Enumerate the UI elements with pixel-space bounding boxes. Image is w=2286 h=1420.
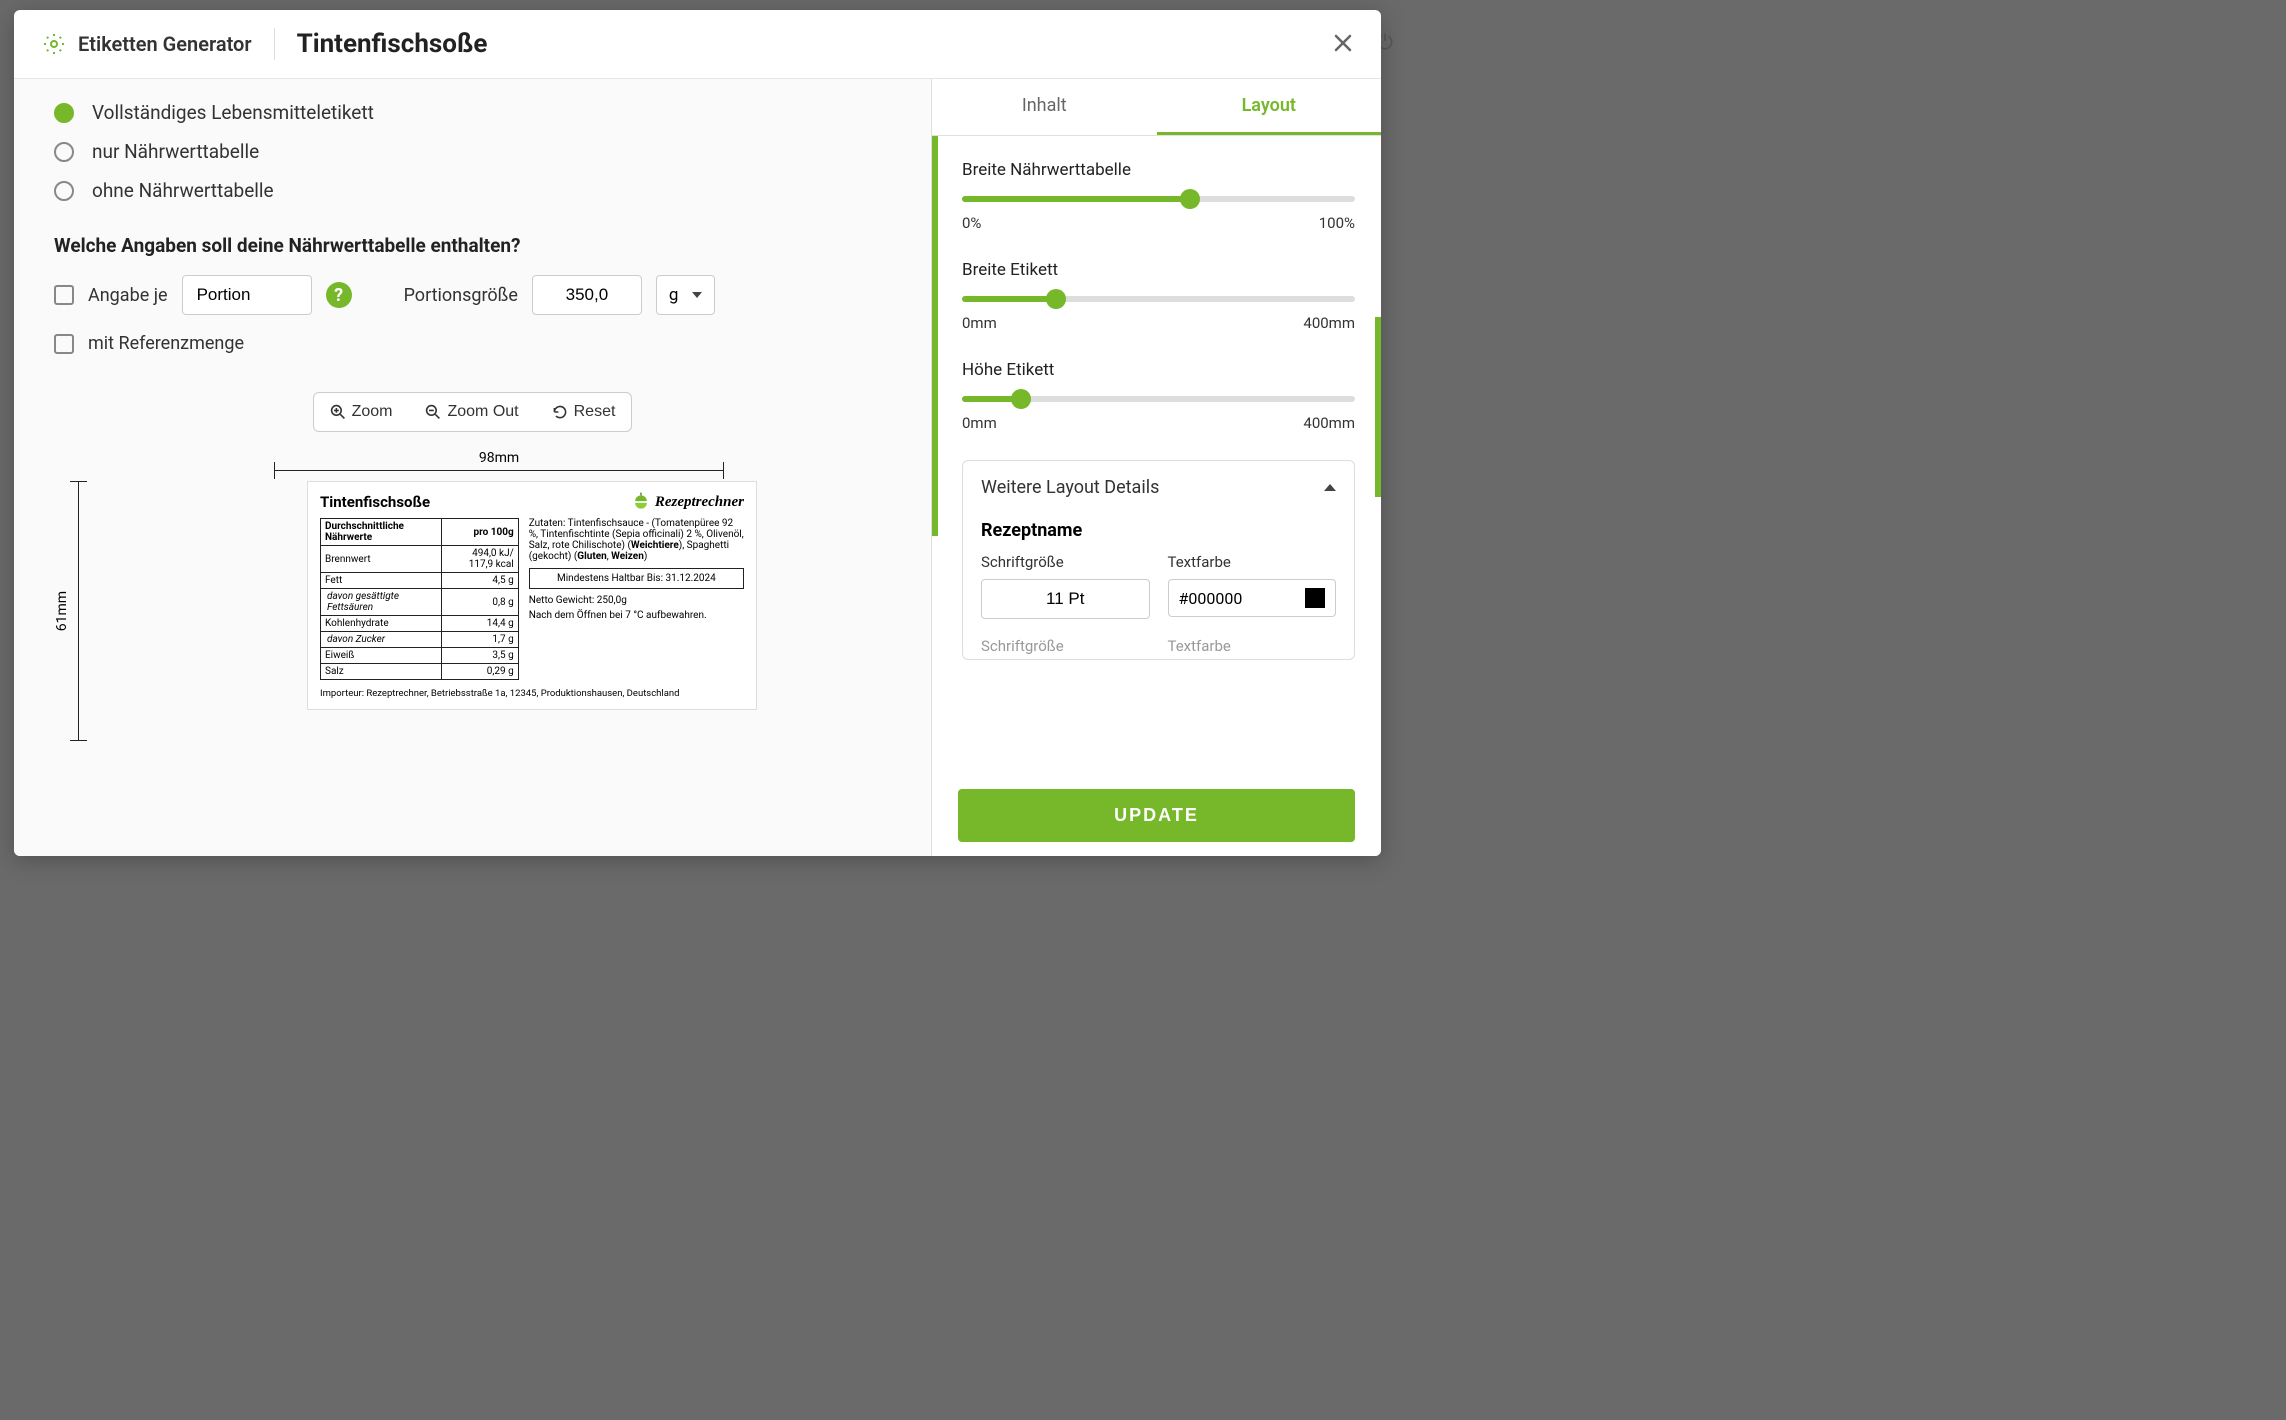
apple-icon xyxy=(631,492,651,512)
color-input[interactable]: #000000 xyxy=(1168,579,1337,617)
radio-indicator xyxy=(54,142,74,162)
slider-label-width: Breite Etikett 0mm 400mm xyxy=(962,260,1355,332)
close-button[interactable] xyxy=(1333,29,1353,60)
net-weight: Netto Gewicht: 250,0g xyxy=(529,595,744,606)
fontsize-input[interactable] xyxy=(981,579,1150,619)
angabe-je-checkbox[interactable] xyxy=(54,285,74,305)
tab-inhalt[interactable]: Inhalt xyxy=(932,79,1157,135)
zoom-in-button[interactable]: Zoom xyxy=(314,393,409,431)
cutoff-row: Schriftgröße Textfarbe xyxy=(963,637,1354,659)
portion-label: Portionsgröße xyxy=(404,285,518,306)
height-dimension: 61mm xyxy=(54,481,79,741)
caret-down-icon xyxy=(692,292,702,298)
tabs: Inhalt Layout xyxy=(932,79,1381,136)
width-label: 98mm xyxy=(479,450,519,466)
accordion-header[interactable]: Weitere Layout Details xyxy=(963,461,1354,514)
width-dimension: 98mm xyxy=(274,450,724,471)
label-preview: Tintenfischsoße Rezeptrechner Durchschni… xyxy=(307,481,757,710)
section-heading: Welche Angaben soll deine Nährwerttabell… xyxy=(54,234,891,257)
zoom-in-icon xyxy=(330,404,346,420)
right-panel: Inhalt Layout Breite Nährwerttabelle 0% xyxy=(931,79,1381,856)
preview-title: Tintenfischsoße xyxy=(320,493,430,511)
radio-label: Vollständiges Lebensmitteletikett xyxy=(92,101,374,124)
zoom-out-button[interactable]: Zoom Out xyxy=(408,393,534,431)
slider-track[interactable] xyxy=(962,196,1355,202)
tab-layout[interactable]: Layout xyxy=(1157,79,1382,135)
update-button[interactable]: UPDATE xyxy=(958,789,1355,842)
height-label: 61mm xyxy=(54,591,70,631)
slider-label: Höhe Etikett xyxy=(962,360,1355,380)
zoom-controls: Zoom Zoom Out Reset xyxy=(313,392,633,432)
importer-info: Importeur: Rezeptrechner, Betriebsstraße… xyxy=(320,688,744,699)
angabe-je-label: Angabe je xyxy=(88,285,168,306)
storage-info: Nach dem Öffnen bei 7 °C aufbewahren. xyxy=(529,610,744,621)
slider-thumb[interactable] xyxy=(1180,189,1200,209)
radio-full-label[interactable]: Vollständiges Lebensmitteletikett xyxy=(54,93,891,132)
scroll-indicator xyxy=(1375,317,1381,498)
best-before: Mindestens Haltbar Bis: 31.12.2024 xyxy=(529,568,744,589)
radio-indicator xyxy=(54,103,74,123)
slider-label-height: Höhe Etikett 0mm 400mm xyxy=(962,360,1355,432)
color-label: Textfarbe xyxy=(1168,553,1337,571)
radio-no-nutrition[interactable]: ohne Nährwerttabelle xyxy=(54,171,891,210)
slider-thumb[interactable] xyxy=(1046,289,1066,309)
accordion-subtitle: Rezeptname xyxy=(981,520,1336,541)
label-generator-modal: Etiketten Generator Tintenfischsoße Voll… xyxy=(14,10,1381,856)
reset-icon xyxy=(552,404,568,420)
unit-value: g xyxy=(669,285,679,305)
close-icon xyxy=(1333,33,1353,53)
preview-details: Zutaten: Tintenfischsauce - (Tomatenpüre… xyxy=(529,518,744,680)
radio-nutrition-only[interactable]: nur Nährwerttabelle xyxy=(54,132,891,171)
slider-track[interactable] xyxy=(962,396,1355,402)
portion-size-input[interactable] xyxy=(532,275,642,315)
nutrition-table: Durchschnittliche Nährwertepro 100g Bren… xyxy=(320,518,519,680)
slider-nutrition-width: Breite Nährwerttabelle 0% 100% xyxy=(962,160,1355,232)
help-icon[interactable]: ? xyxy=(326,282,352,308)
radio-label: nur Nährwerttabelle xyxy=(92,140,259,163)
referenzmenge-checkbox[interactable] xyxy=(54,334,74,354)
layout-details-accordion: Weitere Layout Details Rezeptname Schrif… xyxy=(962,460,1355,660)
brand-logo: Rezeptrechner xyxy=(631,492,744,512)
slider-thumb[interactable] xyxy=(1011,389,1031,409)
slider-label: Breite Etikett xyxy=(962,260,1355,280)
header-divider xyxy=(274,28,275,60)
chevron-up-icon xyxy=(1324,484,1336,491)
radio-indicator xyxy=(54,181,74,201)
color-value: #000000 xyxy=(1179,589,1296,608)
angabe-je-input[interactable] xyxy=(182,275,312,315)
recipe-name: Tintenfischsoße xyxy=(297,29,488,59)
zoom-out-icon xyxy=(425,404,441,420)
slider-track[interactable] xyxy=(962,296,1355,302)
zoom-reset-button[interactable]: Reset xyxy=(535,393,632,431)
radio-label: ohne Nährwerttabelle xyxy=(92,179,274,202)
modal-header: Etiketten Generator Tintenfischsoße xyxy=(14,10,1381,79)
referenzmenge-label: mit Referenzmenge xyxy=(88,333,244,354)
right-scroll-area[interactable]: Breite Nährwerttabelle 0% 100% Breite Et… xyxy=(932,136,1381,781)
slider-label: Breite Nährwerttabelle xyxy=(962,160,1355,180)
fontsize-label: Schriftgröße xyxy=(981,553,1150,571)
left-panel: Vollständiges Lebensmitteletikett nur Nä… xyxy=(14,79,931,856)
label-type-radios: Vollständiges Lebensmitteletikett nur Nä… xyxy=(54,93,891,210)
color-swatch xyxy=(1305,588,1325,608)
scroll-indicator xyxy=(932,136,938,536)
app-title: Etiketten Generator xyxy=(78,32,252,56)
unit-select[interactable]: g xyxy=(656,275,716,315)
generator-icon xyxy=(42,32,66,56)
